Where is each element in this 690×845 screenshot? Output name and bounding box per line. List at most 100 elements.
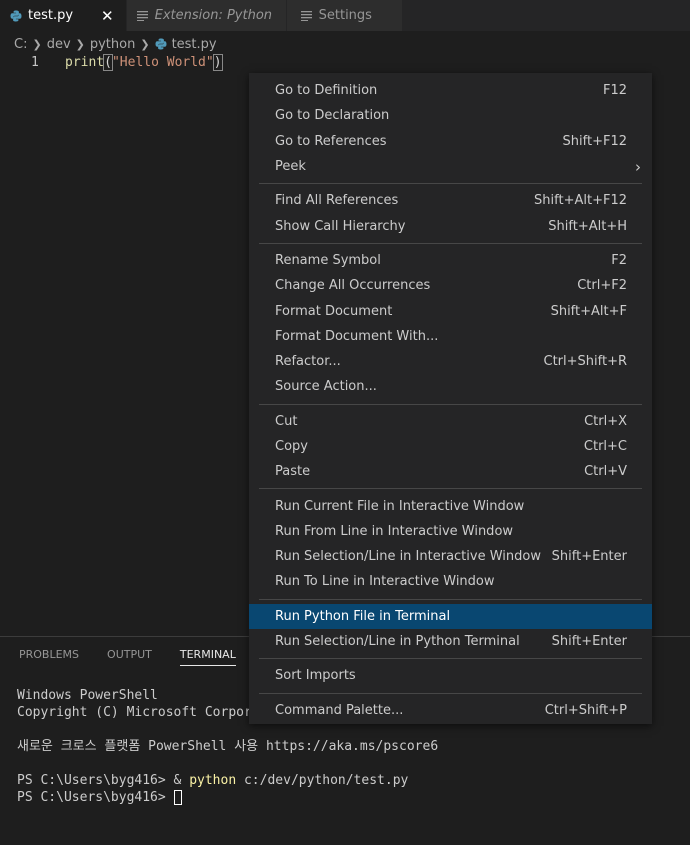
menu-item-label: Run Selection/Line in Interactive Window [275, 549, 541, 565]
panel-tab-terminal[interactable]: TERMINAL [179, 648, 236, 666]
breadcrumb: C: ❯ dev ❯ python ❯ test.py [14, 35, 217, 53]
menu-item-label: Refactor... [275, 354, 341, 370]
menu-item-shortcut: Shift+F12 [562, 133, 627, 149]
context-menu: Go to Definition F12 Go to Declaration Go t… [249, 73, 652, 724]
terminal-cursor [173, 790, 182, 805]
menu-item-label: Change All Occurrences [275, 278, 431, 294]
menu-item-shortcut: Ctrl+X [584, 413, 627, 429]
menu-item-shortcut: Ctrl+F2 [577, 278, 627, 294]
menu-item-label: Source Action... [275, 379, 377, 395]
menu-item-label: Go to Definition [275, 83, 378, 99]
breadcrumb-item-python[interactable]: python [90, 37, 135, 52]
menu-item-shortcut: Shift+Enter [551, 549, 627, 565]
chevron-right-icon: › [635, 157, 641, 176]
tab-label: Extension: Python [154, 8, 273, 23]
menu-item-source-action[interactable]: Source Action... [249, 374, 652, 399]
menu-item-find-all-references[interactable]: Find All References Shift+Alt+F12 [249, 188, 652, 213]
menu-item-rename-symbol[interactable]: Rename Symbol F2 [249, 248, 652, 273]
menu-item-label: Sort Imports [275, 668, 356, 684]
menu-item-label: Run Selection/Line in Python Terminal [275, 634, 520, 650]
terminal-line: 새로운 크로스 플랫폼 PowerShell 사용 https://aka.ms… [17, 739, 439, 754]
tab-test-py[interactable]: test.py ✕ [0, 0, 127, 31]
menu-item-label: Go to References [275, 133, 387, 149]
panel-tab-problems[interactable]: PROBLEMS [19, 648, 79, 666]
terminal-prompt-line: PS C:\Users\byg416> [17, 789, 438, 806]
breadcrumb-item-dev[interactable]: dev [47, 37, 71, 52]
menu-separator [259, 183, 642, 185]
menu-item-format-document[interactable]: Format Document Shift+Alt+F [249, 298, 652, 323]
menu-item-run-python-file-in-terminal[interactable]: Run Python File in Terminal [249, 603, 652, 629]
menu-item-label: Format Document With... [275, 328, 439, 344]
menu-item-show-call-hierarchy[interactable]: Show Call Hierarchy Shift+Alt+H [249, 213, 652, 238]
tab-extension-python[interactable]: Extension: Python [126, 0, 287, 31]
code-paren-close: ) [212, 54, 223, 71]
menu-item-label: Find All References [275, 193, 399, 209]
menu-separator [259, 598, 642, 600]
close-icon[interactable]: ✕ [101, 7, 114, 25]
menu-separator [259, 403, 642, 405]
panel-tab-output[interactable]: OUTPUT [107, 648, 152, 666]
menu-item-shortcut: Ctrl+C [583, 439, 627, 454]
menu-item-label: Peek [275, 159, 306, 175]
code-paren-open: ( [103, 54, 113, 71]
menu-item-shortcut: F2 [611, 252, 627, 268]
menu-item-peek[interactable]: Peek › [249, 154, 652, 179]
menu-item-shortcut: F12 [602, 83, 627, 99]
code-string: "Hello World" [111, 55, 214, 70]
extension-lines-icon [136, 10, 148, 21]
menu-item-command-palette[interactable]: Command Palette... Ctrl+Shift+P [249, 698, 652, 723]
terminal-prompt: PS C:\Users\byg416> [17, 790, 174, 805]
menu-separator [259, 692, 642, 694]
menu-item-shortcut: Ctrl+V [584, 464, 627, 480]
menu-item-shortcut: Shift+Alt+H [548, 218, 627, 234]
code-function: print [65, 55, 105, 70]
menu-item-go-to-declaration[interactable]: Go to Declaration [249, 103, 652, 128]
terminal-prompt: PS C:\Users\byg416> & [17, 773, 190, 788]
breadcrumb-item-drive[interactable]: C: [14, 37, 27, 52]
tab-label: test.py [28, 8, 74, 23]
menu-item-format-document-with[interactable]: Format Document With... [249, 324, 652, 349]
menu-item-go-to-definition[interactable]: Go to Definition F12 [249, 78, 652, 103]
menu-item-label: Run Current File in Interactive Window [275, 498, 525, 514]
chevron-right-icon: ❯ [140, 37, 150, 51]
terminal-command: python [189, 773, 237, 788]
settings-lines-icon [300, 10, 312, 21]
menu-item-copy[interactable]: Copy Ctrl+C [249, 434, 652, 459]
tab-settings[interactable]: Settings [286, 0, 403, 31]
menu-item-label: Show Call Hierarchy [275, 218, 406, 234]
menu-item-label: Paste [275, 464, 311, 480]
chevron-right-icon: ❯ [32, 37, 42, 51]
menu-separator [259, 488, 642, 490]
tab-label: Settings [318, 8, 372, 23]
menu-item-shortcut: Shift+Enter [551, 634, 627, 650]
menu-separator [259, 242, 642, 244]
menu-item-label: Run From Line in Interactive Window [275, 523, 514, 539]
menu-item-label: Copy [275, 439, 308, 454]
python-icon [155, 38, 167, 50]
menu-item-run-from-line-in-interactive-window[interactable]: Run From Line in Interactive Window [249, 519, 652, 544]
terminal-command-line: PS C:\Users\byg416> & python c:/dev/pyth… [17, 772, 438, 789]
code-line[interactable]: print("Hello World") [65, 54, 223, 71]
menu-separator [259, 658, 642, 660]
tab-bar: test.py ✕ Extension: Python Settings [0, 0, 690, 31]
menu-item-label: Rename Symbol [275, 252, 381, 268]
menu-item-refactor[interactable]: Refactor... Ctrl+Shift+R [249, 349, 652, 374]
menu-item-shortcut: Shift+Alt+F12 [534, 193, 627, 209]
terminal-args: c:/dev/python/test.py [236, 773, 409, 788]
chevron-right-icon: ❯ [75, 37, 85, 51]
menu-item-paste[interactable]: Paste Ctrl+V [249, 459, 652, 484]
menu-item-run-selection-line-in-python-terminal[interactable]: Run Selection/Line in Python Terminal Shi… [249, 629, 652, 654]
python-icon [10, 10, 22, 21]
menu-item-run-to-line-in-interactive-window[interactable]: Run To Line in Interactive Window [249, 569, 652, 594]
menu-item-shortcut: Ctrl+Shift+P [544, 702, 627, 718]
menu-item-cut[interactable]: Cut Ctrl+X [249, 409, 652, 434]
breadcrumb-item-file[interactable]: test.py [172, 37, 217, 52]
menu-item-run-selection-line-in-interactive-window[interactable]: Run Selection/Line in Interactive Window… [249, 544, 652, 569]
menu-item-go-to-references[interactable]: Go to References Shift+F12 [249, 129, 652, 154]
menu-item-label: Run Python File in Terminal [275, 608, 451, 624]
menu-item-shortcut: Shift+Alt+F [550, 303, 627, 319]
menu-item-change-all-occurrences[interactable]: Change All Occurrences Ctrl+F2 [249, 273, 652, 298]
menu-item-label: Cut [275, 413, 298, 429]
menu-item-sort-imports[interactable]: Sort Imports [249, 663, 652, 688]
menu-item-run-current-file-in-interactive-window[interactable]: Run Current File in Interactive Window [249, 493, 652, 518]
